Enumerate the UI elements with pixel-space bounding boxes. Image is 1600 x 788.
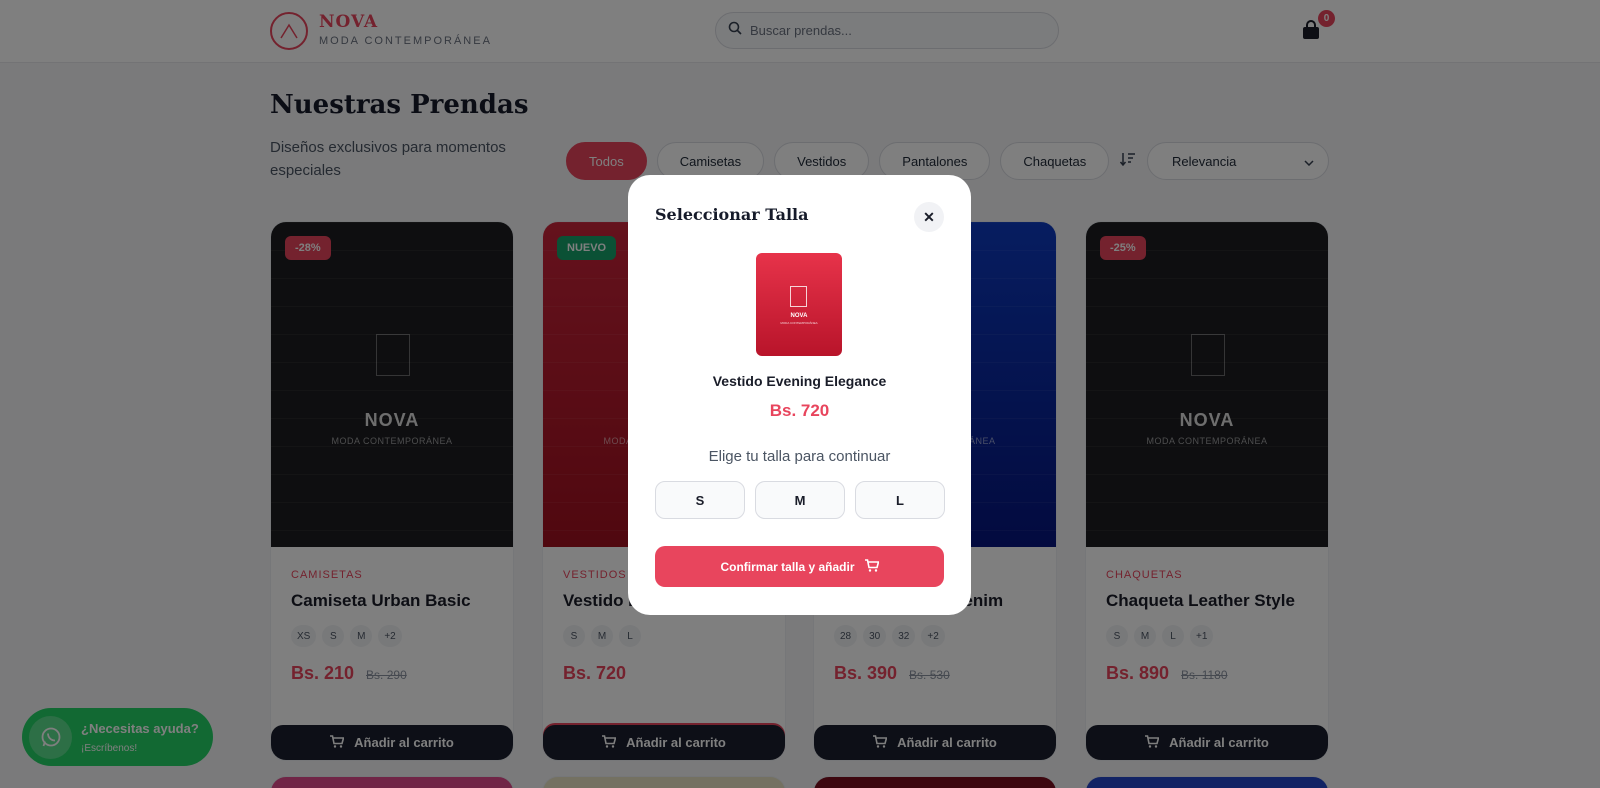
size-option-s[interactable]: S	[655, 481, 745, 519]
modal-image-brand: NOVA	[790, 313, 808, 319]
close-button[interactable]: ✕	[914, 202, 944, 232]
modal-product-name: Vestido Evening Elegance	[712, 373, 887, 389]
modal-title: Seleccionar Talla	[655, 205, 809, 224]
modal-hint: Elige tu talla para continuar	[708, 448, 891, 465]
size-option-m[interactable]: M	[755, 481, 845, 519]
modal-product-image: NOVA MODA CONTEMPORÁNEA	[756, 253, 842, 356]
size-option-l[interactable]: L	[855, 481, 945, 519]
cart-icon	[864, 558, 880, 575]
size-options: S M L	[655, 481, 945, 519]
size-select-modal: Seleccionar Talla ✕ NOVA MODA CONTEMPORÁ…	[628, 175, 971, 615]
close-icon: ✕	[923, 208, 935, 225]
modal-product-price: Bs. 720	[769, 401, 830, 420]
modal-image-tagline: MODA CONTEMPORÁNEA	[780, 321, 818, 325]
confirm-size-button[interactable]: Confirmar talla y añadir	[655, 546, 944, 587]
garment-icon	[790, 286, 807, 307]
confirm-label: Confirmar talla y añadir	[720, 559, 855, 574]
